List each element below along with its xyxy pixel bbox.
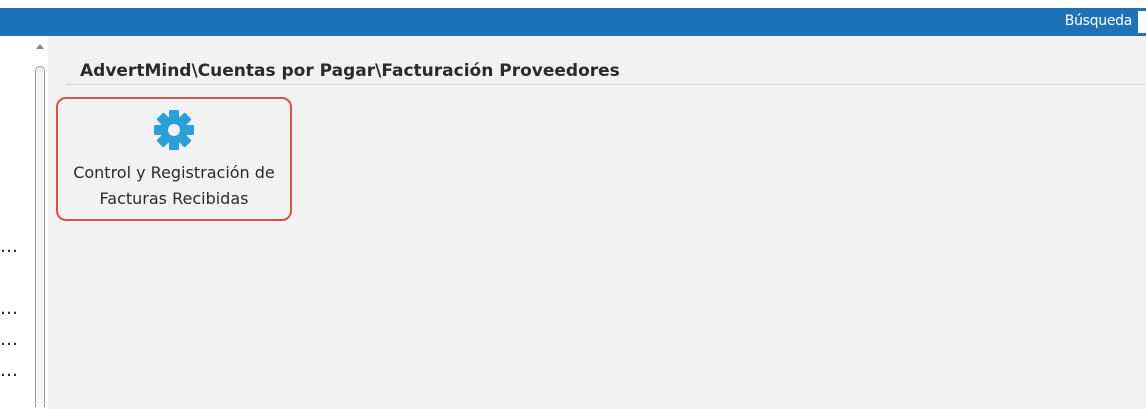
divider xyxy=(66,84,1146,85)
breadcrumb: AdvertMind\Cuentas por Pagar\Facturación… xyxy=(80,61,620,81)
tile-label-line: Facturas Recibidas xyxy=(99,189,249,208)
gear-icon xyxy=(154,110,194,150)
tile-label-line: Control y Registración de xyxy=(73,163,275,182)
left-navigation-pane: … … … … xyxy=(0,36,30,409)
search-label[interactable]: Búsqueda xyxy=(1065,13,1133,29)
main-content: AdvertMind\Cuentas por Pagar\Facturación… xyxy=(48,36,1146,409)
left-nav-item-truncated[interactable]: … xyxy=(0,360,19,381)
left-nav-item-truncated[interactable]: … xyxy=(0,298,19,319)
search-input[interactable] xyxy=(1138,11,1146,33)
scrollbar-thumb[interactable] xyxy=(35,66,45,407)
left-nav-item-truncated[interactable]: … xyxy=(0,329,19,350)
tile-control-registracion-facturas[interactable]: Control y Registración de Facturas Recib… xyxy=(56,97,292,221)
tile-label: Control y Registración de Facturas Recib… xyxy=(58,160,290,212)
left-nav-item-truncated[interactable]: … xyxy=(0,236,19,257)
top-bar: Búsqueda xyxy=(0,8,1146,36)
scroll-up-arrow-icon[interactable] xyxy=(36,44,44,49)
